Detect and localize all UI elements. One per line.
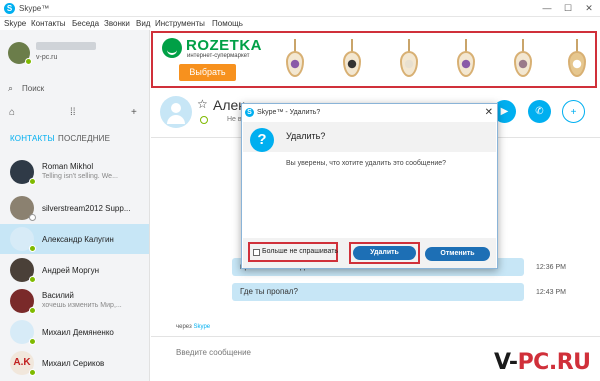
profile-name-blurred <box>36 42 96 50</box>
menu-view[interactable]: Вид <box>136 19 150 28</box>
tab-contacts[interactable]: КОНТАКТЫ <box>10 134 55 143</box>
dialog-header-area <box>243 122 496 152</box>
contact-item[interactable]: silverstream2012 Supp... <box>0 193 149 223</box>
chat-contact-name: Алек <box>213 97 245 113</box>
status-icon <box>200 116 208 124</box>
via-skype-label: через Skype <box>176 324 211 330</box>
contact-item[interactable]: Михаил Демяненко <box>0 317 149 347</box>
online-status-icon <box>29 245 36 252</box>
tab-recent[interactable]: ПОСЛЕДНИЕ <box>58 134 110 143</box>
compose-placeholder: Введите сообщение <box>176 348 251 357</box>
pendant-image <box>511 39 535 81</box>
contact-avatar: A.K <box>10 351 36 376</box>
contact-avatar <box>10 320 36 345</box>
contact-avatar <box>10 258 36 283</box>
message-time: 12:36 PM <box>536 264 566 271</box>
dialog-close-button[interactable]: ✕ <box>485 107 493 118</box>
message-text: Где ты пропал? <box>240 287 298 296</box>
online-status-icon <box>29 338 36 345</box>
pendant-image <box>397 39 421 81</box>
menu-calls[interactable]: Звонки <box>104 19 130 28</box>
sidebar-toolbar: ⌂ ⁞⁞ + <box>0 107 150 121</box>
contact-avatar <box>10 160 36 185</box>
search-box[interactable]: ⌕ Поиск <box>8 82 138 96</box>
pendant-image <box>565 39 589 81</box>
online-status-icon <box>29 276 36 283</box>
search-label: Поиск <box>22 84 45 93</box>
contact-name: Александр Калугин <box>42 235 114 244</box>
home-icon[interactable]: ⌂ <box>9 107 15 118</box>
online-status-icon <box>29 178 36 185</box>
message-bubble[interactable]: Где ты пропал? <box>232 283 524 301</box>
skype-logo-icon: S <box>245 108 254 117</box>
question-icon: ? <box>250 128 274 152</box>
menu-skype[interactable]: Skype <box>4 19 26 28</box>
minimize-button[interactable]: — <box>540 2 554 15</box>
contact-avatar <box>10 196 36 221</box>
contact-status: Telling isn't selling. We... <box>42 173 118 180</box>
add-person-button[interactable]: + <box>562 100 585 123</box>
dialog-title-bar: S Skype™ - Удалить? ✕ <box>242 104 497 122</box>
contact-avatar <box>10 289 36 314</box>
banner-choose-button[interactable]: Выбрать <box>179 64 236 81</box>
close-button[interactable]: ✕ <box>582 2 596 15</box>
menu-conversation[interactable]: Беседа <box>72 19 99 28</box>
contact-name: silverstream2012 Supp... <box>42 204 131 213</box>
banner-tagline: интернет-супермаркет <box>187 53 250 59</box>
online-status-icon <box>29 369 36 376</box>
contact-item[interactable]: Василий хочешь изменить Мир,... <box>0 286 149 316</box>
dont-ask-checkbox[interactable] <box>253 249 260 256</box>
contact-item-selected[interactable]: Александр Калугин <box>0 224 149 254</box>
favorite-star-icon[interactable]: ☆ <box>197 97 208 111</box>
contact-item[interactable]: Roman Mikhol Telling isn't selling. We..… <box>0 157 149 187</box>
unknown-status-icon <box>29 214 36 221</box>
pendant-image <box>454 39 478 81</box>
call-button[interactable]: ✆ <box>528 100 551 123</box>
skype-logo-icon: S <box>4 3 15 14</box>
maximize-button[interactable]: ☐ <box>561 2 575 15</box>
contact-name: Михаил Демяненко <box>42 328 114 337</box>
dialog-question: Вы уверены, что хотите удалить это сообщ… <box>286 160 447 167</box>
menu-tools[interactable]: Инструменты <box>155 19 205 28</box>
contact-item[interactable]: A.K Михаил Сериков <box>0 348 149 378</box>
menu-contacts[interactable]: Контакты <box>31 19 66 28</box>
dialog-title: Skype™ - Удалить? <box>257 109 321 116</box>
add-icon[interactable]: + <box>131 107 137 118</box>
title-bar: S Skype™ — ☐ ✕ <box>0 0 600 17</box>
sidebar-tabs: КОНТАКТЫ ПОСЛЕДНИЕ <box>8 134 148 146</box>
menu-bar: Skype Контакты Беседа Звонки Вид Инструм… <box>0 17 600 30</box>
ad-banner[interactable]: ROZETKA интернет-супермаркет Выбрать <box>151 31 597 88</box>
window-title: Skype™ <box>19 4 50 13</box>
contact-name: Roman Mikhol <box>42 162 94 171</box>
profile-avatar[interactable] <box>8 42 32 65</box>
online-status-icon <box>25 58 32 65</box>
contact-name: Василий <box>42 291 74 300</box>
online-status-icon <box>29 307 36 314</box>
contact-item[interactable]: Андрей Моргун <box>0 255 149 285</box>
pendant-image <box>340 39 364 81</box>
search-icon: ⌕ <box>8 83 14 93</box>
contact-avatar <box>10 227 36 252</box>
message-time: 12:43 PM <box>536 289 566 296</box>
delete-highlight: Удалить <box>349 242 420 264</box>
contact-name: Михаил Сериков <box>42 359 105 368</box>
dialog-heading: Удалить? <box>286 131 326 141</box>
pendant-image <box>283 39 307 81</box>
chat-contact-avatar[interactable] <box>160 96 192 128</box>
menu-help[interactable]: Помощь <box>212 19 243 28</box>
dialpad-icon[interactable]: ⁞⁞ <box>70 107 76 118</box>
delete-dialog: S Skype™ - Удалить? ✕ ? Удалить? Вы увер… <box>241 103 498 269</box>
site-watermark: V-PC.RU <box>494 350 591 375</box>
delete-button[interactable]: Удалить <box>353 246 416 260</box>
dont-ask-highlight: Больше не спрашивать <box>248 242 338 262</box>
cancel-button[interactable]: Отменить <box>425 247 490 261</box>
dont-ask-label[interactable]: Больше не спрашивать <box>262 248 338 255</box>
contact-name: Андрей Моргун <box>42 266 99 275</box>
contact-status: хочешь изменить Мир,... <box>42 302 122 309</box>
profile-subtitle: v-pc.ru <box>36 54 58 61</box>
banner-brand: ROZETKA <box>186 37 262 54</box>
rozetka-logo-icon <box>162 38 182 58</box>
sidebar: v-pc.ru ⌕ Поиск ⌂ ⁞⁞ + КОНТАКТЫ ПОСЛЕДНИ… <box>0 30 150 381</box>
